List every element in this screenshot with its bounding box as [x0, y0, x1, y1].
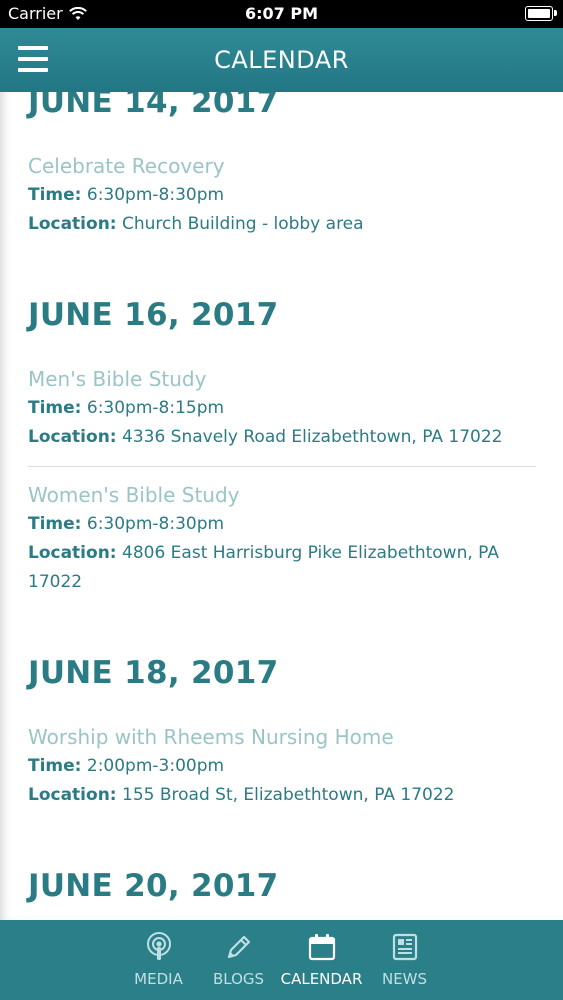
event-time: Time: 6:30pm-8:30pm	[28, 181, 536, 210]
event-location: Location: Church Building - lobby area	[28, 210, 536, 239]
page-title: CALENDAR	[214, 46, 349, 74]
event-title[interactable]: Celebrate Recovery	[28, 152, 536, 181]
pencil-icon	[222, 930, 256, 964]
tab-news[interactable]: NEWS	[367, 920, 443, 988]
tab-media[interactable]: MEDIA	[121, 920, 197, 988]
tab-label: BLOGS	[212, 970, 265, 988]
event-item[interactable]: Celebrate Recovery Time: 6:30pm-8:30pm L…	[28, 152, 536, 239]
location-value: 4336 Snavely Road Elizabethtown, PA 1702…	[122, 427, 503, 447]
location-label: Location:	[28, 427, 117, 447]
day-section: JUNE 16, 2017 Men's Bible Study Time: 6:…	[28, 291, 536, 597]
event-item[interactable]: Women's Bible Study Time: 6:30pm-8:30pm …	[28, 481, 536, 597]
status-time: 6:07 PM	[244, 4, 318, 23]
calendar-list[interactable]: JUNE 14, 2017 Celebrate Recovery Time: 6…	[0, 92, 563, 920]
event-item[interactable]: Worship with Rheems Nursing Home Time: 2…	[28, 723, 536, 810]
event-title[interactable]: Men's Bible Study	[28, 365, 536, 394]
event-location: Location: 155 Broad St, Elizabethtown, P…	[28, 781, 536, 810]
tab-label: MEDIA	[134, 970, 183, 988]
day-section: JUNE 20, 2017	[28, 862, 536, 910]
status-bar: Carrier 6:07 PM	[0, 0, 563, 28]
time-value: 6:30pm-8:30pm	[86, 514, 225, 534]
location-label: Location:	[28, 214, 117, 234]
event-time: Time: 2:00pm-3:00pm	[28, 752, 536, 781]
event-item[interactable]: Men's Bible Study Time: 6:30pm-8:15pm Lo…	[28, 365, 536, 452]
time-label: Time:	[28, 756, 82, 776]
tab-calendar[interactable]: CALENDAR	[281, 920, 363, 988]
event-time: Time: 6:30pm-8:30pm	[28, 510, 536, 539]
news-icon	[388, 930, 422, 964]
battery-icon	[525, 6, 557, 21]
date-heading: JUNE 14, 2017	[28, 92, 279, 120]
location-value: Church Building - lobby area	[122, 214, 364, 234]
bottom-tab-bar: MEDIA BLOGS CALENDAR NEWS	[0, 920, 563, 1000]
time-label: Time:	[28, 185, 82, 205]
event-location: Location: 4336 Snavely Road Elizabethtow…	[28, 423, 536, 452]
time-value: 6:30pm-8:15pm	[86, 398, 225, 418]
location-label: Location:	[28, 785, 117, 805]
time-value: 2:00pm-3:00pm	[86, 756, 225, 776]
location-value: 155 Broad St, Elizabethtown, PA 17022	[122, 785, 455, 805]
tab-label: CALENDAR	[280, 970, 363, 988]
day-section: JUNE 14, 2017 Celebrate Recovery Time: 6…	[28, 92, 536, 239]
time-label: Time:	[28, 514, 82, 534]
calendar-icon	[305, 930, 339, 964]
location-label: Location:	[28, 543, 117, 563]
app-header: CALENDAR	[0, 28, 563, 92]
event-time: Time: 6:30pm-8:15pm	[28, 394, 536, 423]
time-value: 6:30pm-8:30pm	[86, 185, 225, 205]
day-section: JUNE 18, 2017 Worship with Rheems Nursin…	[28, 649, 536, 810]
tab-blogs[interactable]: BLOGS	[201, 920, 277, 988]
date-heading: JUNE 18, 2017	[28, 655, 279, 691]
date-heading: JUNE 16, 2017	[28, 297, 279, 333]
event-title[interactable]: Worship with Rheems Nursing Home	[28, 723, 536, 752]
tab-label: NEWS	[381, 970, 428, 988]
event-divider	[28, 466, 536, 467]
date-heading: JUNE 20, 2017	[28, 868, 279, 904]
event-title[interactable]: Women's Bible Study	[28, 481, 536, 510]
time-label: Time:	[28, 398, 82, 418]
event-location: Location: 4806 East Harrisburg Pike Eliz…	[28, 539, 536, 597]
podcast-icon	[142, 930, 176, 964]
